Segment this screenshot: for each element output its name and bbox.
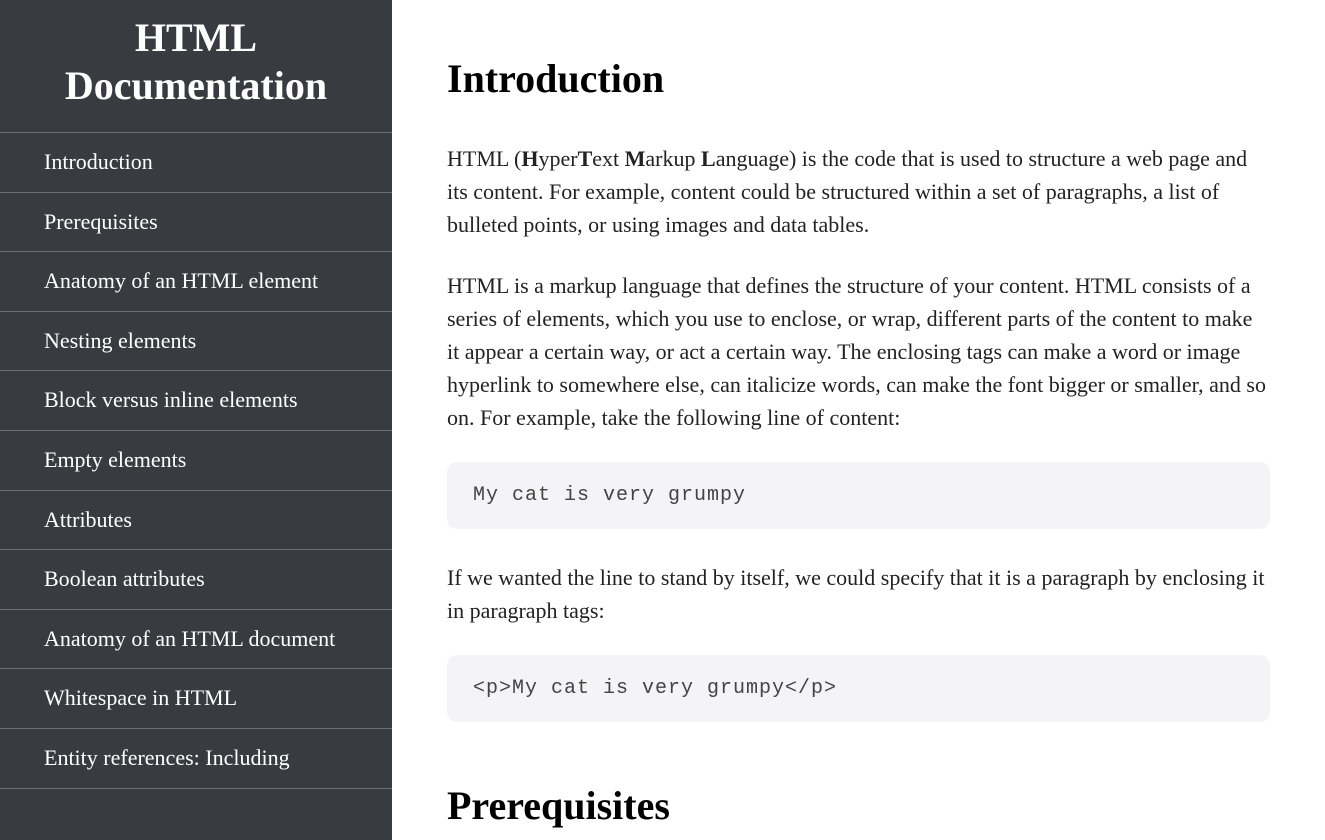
- sidebar-link-block-inline[interactable]: Block versus inline elements: [0, 371, 392, 430]
- sidebar-list: Introduction Prerequisites Anatomy of an…: [0, 133, 392, 789]
- sidebar-item-nesting: Nesting elements: [0, 312, 392, 372]
- sidebar-item-prerequisites: Prerequisites: [0, 193, 392, 253]
- sidebar-item-attributes: Attributes: [0, 491, 392, 551]
- sidebar-item-anatomy-document: Anatomy of an HTML document: [0, 610, 392, 670]
- section-introduction: Introduction HTML (HyperText Markup Lang…: [447, 55, 1270, 722]
- sidebar-link-anatomy-document[interactable]: Anatomy of an HTML document: [0, 610, 392, 669]
- code-block-2: <p>My cat is very grumpy</p>: [447, 655, 1270, 722]
- sidebar-item-boolean: Boolean attributes: [0, 550, 392, 610]
- sidebar-link-boolean[interactable]: Boolean attributes: [0, 550, 392, 609]
- section-heading: Introduction: [447, 55, 1270, 102]
- sidebar-item-whitespace: Whitespace in HTML: [0, 669, 392, 729]
- section-prerequisites: Prerequisites: [447, 782, 1270, 829]
- code-block-1: My cat is very grumpy: [447, 462, 1270, 529]
- intro-paragraph-3: If we wanted the line to stand by itself…: [447, 561, 1270, 627]
- sidebar-nav: HTML Documentation Introduction Prerequi…: [0, 0, 392, 840]
- main-content: Introduction HTML (HyperText Markup Lang…: [392, 0, 1325, 840]
- sidebar-item-empty: Empty elements: [0, 431, 392, 491]
- sidebar-link-nesting[interactable]: Nesting elements: [0, 312, 392, 371]
- sidebar-item-block-inline: Block versus inline elements: [0, 371, 392, 431]
- sidebar-link-prerequisites[interactable]: Prerequisites: [0, 193, 392, 252]
- sidebar-item-anatomy-element: Anatomy of an HTML element: [0, 252, 392, 312]
- code-content-2: <p>My cat is very grumpy</p>: [473, 677, 837, 700]
- sidebar-link-whitespace[interactable]: Whitespace in HTML: [0, 669, 392, 728]
- section-heading: Prerequisites: [447, 782, 1270, 829]
- code-content-1: My cat is very grumpy: [473, 484, 746, 507]
- sidebar-link-entity-references[interactable]: Entity references: Including: [0, 729, 392, 788]
- intro-paragraph-1: HTML (HyperText Markup Language) is the …: [447, 142, 1270, 241]
- sidebar-item-entity-references: Entity references: Including: [0, 729, 392, 789]
- sidebar-link-attributes[interactable]: Attributes: [0, 491, 392, 550]
- sidebar-link-empty[interactable]: Empty elements: [0, 431, 392, 490]
- sidebar-item-introduction: Introduction: [0, 133, 392, 193]
- sidebar-link-introduction[interactable]: Introduction: [0, 133, 392, 192]
- intro-paragraph-2: HTML is a markup language that defines t…: [447, 269, 1270, 434]
- sidebar-title: HTML Documentation: [0, 0, 392, 133]
- sidebar-link-anatomy-element[interactable]: Anatomy of an HTML element: [0, 252, 392, 311]
